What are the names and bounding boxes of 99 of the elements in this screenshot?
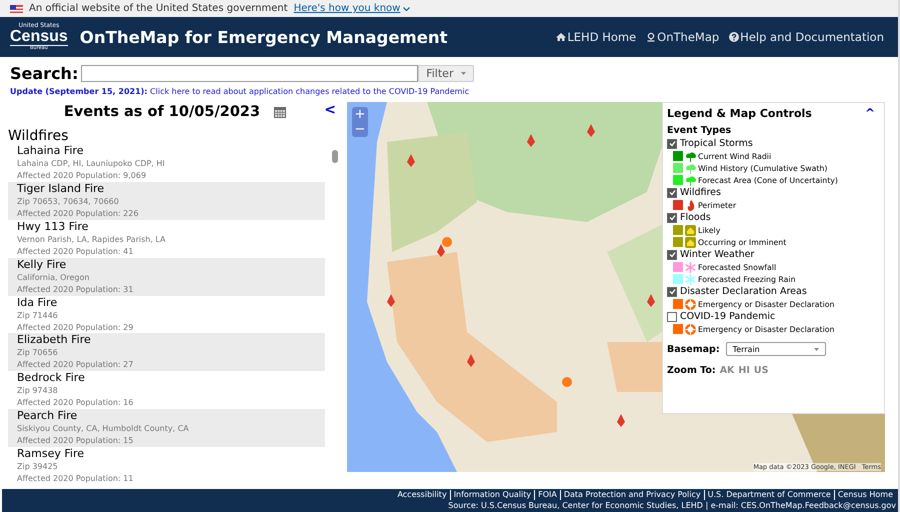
pin-icon (646, 32, 656, 42)
basemap-label: Basemap: (667, 344, 720, 354)
event-population: Affected 2020 Population: 226 (17, 208, 140, 220)
event-item[interactable]: Elizabeth Fire Zip 70656 Affected 2020 Population: 27 (8, 333, 325, 372)
footer-link[interactable]: Accessibility (394, 490, 450, 500)
footer-link[interactable]: Census Home (834, 490, 896, 500)
event-population: Affected 2020 Population: 9,069 (17, 170, 148, 182)
events-title: Events as of 10/05/2023 (64, 104, 260, 120)
event-item[interactable]: Tiger Island Fire Zip 70653, 70634, 70660 Affected 2020 Population: 226 (8, 182, 325, 220)
collapse-button[interactable]: < (324, 102, 336, 118)
event-item[interactable]: Pearch Fire Siskiyou County, CA, Humboldt County, CA Affected 2020 Population: 15 (8, 409, 325, 448)
event-item[interactable]: Hwy 113 Fire Vernon Parish, LA, Rapides Parish, LA Affected 2020 Population: 41 (8, 220, 325, 258)
event-population: Affected 2020 Population: 41 (17, 246, 134, 258)
event-name: Ramsey Fire (17, 447, 85, 462)
basemap-dropdown[interactable]: Terrain (726, 342, 826, 356)
checkbox[interactable] (667, 188, 677, 198)
flame-icon (685, 200, 696, 210)
event-name: Kelly Fire (17, 258, 68, 272)
checkbox[interactable] (667, 250, 677, 260)
event-item[interactable]: Ida Fire Zip 71446 Affected 2020 Population: 29 (8, 296, 325, 334)
zoom-out-button[interactable]: − (352, 122, 368, 137)
source-text: Source: U.S.Census Bureau, Center for Economic Studies, LEHD | e-mail: CES.OnTheMap.Feedback@census.gov (448, 500, 896, 511)
lifebuoy-icon (685, 298, 696, 310)
checkbox[interactable] (667, 212, 677, 222)
event-item[interactable]: Kelly Fire California, Oregon Affected 2020 Population: 31 (8, 258, 325, 296)
event-name: Ida Fire (17, 296, 58, 310)
event-area: Vernon Parish, LA, Rapides Parish, LA (17, 234, 325, 246)
event-name: Hwy 113 Fire (17, 220, 90, 234)
cloud-icon (685, 162, 696, 174)
event-population: Affected 2020 Population: 31 (17, 284, 134, 296)
event-population: Affected 2020 Population: 27 (17, 359, 134, 372)
banner-link[interactable]: Here's how you know (294, 3, 400, 14)
search-field[interactable] (81, 65, 418, 82)
update-date: Update (September 15, 2021): (10, 87, 148, 96)
section-title: Event Types (667, 125, 732, 136)
footer-link[interactable]: U.S. Department of Commerce (704, 490, 834, 500)
legend-title: Legend & Map Controls (667, 106, 812, 120)
chevron-icon (403, 6, 410, 10)
search-label: Search: (10, 64, 78, 83)
event-area: Zip 71446 (17, 310, 325, 322)
app-title: OnTheMap for Emergency Management (80, 28, 449, 46)
caret-icon (814, 348, 819, 350)
event-population: Affected 2020 Population: 11 (17, 473, 134, 484)
lifebuoy-icon (685, 324, 696, 334)
event-population: Affected 2020 Population: 15 (17, 435, 134, 448)
event-area: Siskiyou County, CA, Humboldt County, CA (17, 423, 325, 436)
footer-link[interactable]: FOIA (534, 490, 560, 500)
event-name: Bedrock Fire (17, 371, 86, 386)
checkbox[interactable] (667, 312, 677, 322)
home-icon (556, 32, 566, 42)
event-item[interactable]: Ramsey Fire Zip 39425 Affected 2020 Population: 11 (8, 447, 325, 484)
checkbox[interactable] (667, 286, 677, 296)
help-icon (729, 32, 740, 42)
event-area: Zip 97438 (17, 385, 325, 398)
event-item[interactable]: Bedrock Fire Zip 97438 Affected 2020 Population: 16 (8, 371, 325, 410)
cloud-icon (685, 150, 696, 162)
update-link[interactable]: Click here to read about application changes related to the COVID-19 Pandemic (150, 87, 470, 96)
collapse-button[interactable]: ^ (864, 106, 875, 120)
cloud-icon (685, 174, 696, 186)
snowflake-icon (685, 274, 696, 284)
group-label: Tropical Storms (680, 138, 753, 149)
zoom-to-label: Zoom To: (667, 365, 716, 376)
group-label: Disaster Declaration Areas (680, 286, 807, 297)
group-label: Floods (680, 212, 711, 223)
group-label: Wildfires (680, 187, 721, 198)
flag-icon (10, 4, 23, 12)
event-area: Zip 70653, 70634, 70660 (17, 196, 325, 208)
category-title: Wildfires (7, 127, 70, 144)
event-population: Affected 2020 Population: 29 (17, 322, 134, 334)
house-icon (685, 236, 696, 248)
banner-text: An official website of the United States government (29, 3, 288, 14)
group-label: COVID-19 Pandemic (680, 311, 776, 322)
event-area: Lahaina CDP, HI, Launiupoko CDP, HI (17, 158, 325, 170)
event-item[interactable]: Lahaina Fire Lahaina CDP, HI, Launiupoko CDP, HI Affected 2020 Population: 9,069 (8, 144, 325, 182)
event-name: Elizabeth Fire (17, 333, 92, 348)
calendar-icon (274, 106, 286, 118)
event-name: Lahaina Fire (17, 144, 84, 158)
checkbox[interactable] (667, 138, 677, 148)
footer-link[interactable]: Information Quality (450, 490, 534, 500)
event-area: California, Oregon (17, 272, 325, 284)
zoom-link[interactable]: HI (738, 365, 750, 376)
zoom-in-button[interactable]: + (352, 107, 368, 122)
event-name: Tiger Island Fire (17, 182, 106, 196)
zoom-link[interactable]: AK (720, 365, 734, 376)
house-icon (685, 224, 696, 236)
snowflake-icon (685, 262, 696, 272)
nav-link[interactable]: LEHD Home (556, 30, 636, 44)
scrollbar-thumb[interactable] (332, 150, 338, 163)
zoom-link[interactable]: US (754, 365, 768, 376)
event-area: Zip 70656 (17, 347, 325, 360)
event-area: Zip 39425 (17, 461, 325, 474)
filter-button[interactable]: Filter (418, 65, 474, 82)
event-name: Pearch Fire (17, 409, 78, 424)
nav-link[interactable]: Help and Documentation (729, 30, 884, 44)
group-label: Winter Weather (680, 249, 754, 260)
event-population: Affected 2020 Population: 16 (17, 397, 134, 410)
footer-link[interactable]: Data Protection and Privacy Policy (560, 490, 704, 500)
nav-link[interactable]: OnTheMap (646, 30, 720, 44)
caret-icon (461, 72, 466, 75)
